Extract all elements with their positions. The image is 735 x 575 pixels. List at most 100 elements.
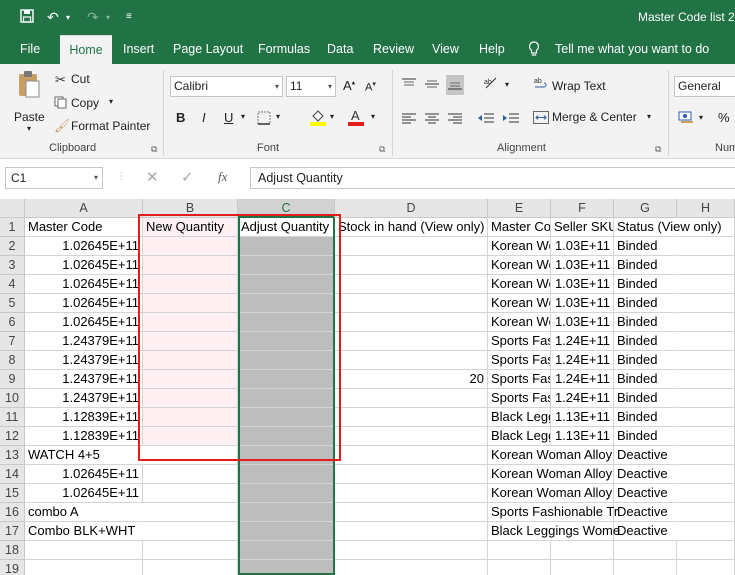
cell-c16[interactable] [238, 503, 335, 522]
cell-h15[interactable] [677, 484, 735, 503]
save-icon[interactable] [20, 9, 34, 26]
cell-g12[interactable]: Binded [614, 427, 677, 446]
row-header[interactable]: 11 [0, 408, 25, 427]
cell-a1[interactable]: Master Code [25, 218, 143, 237]
cell-g17[interactable]: Deactive [614, 522, 677, 541]
cell-g18[interactable] [614, 541, 677, 560]
row-header[interactable]: 1 [0, 218, 25, 237]
font-color-icon[interactable]: A [348, 108, 364, 128]
tell-me-search[interactable]: Tell me what you want to do [555, 35, 709, 64]
tab-data[interactable]: Data [327, 35, 353, 64]
cell-e14[interactable]: Korean Woman Alloy [488, 465, 612, 484]
cell-e15[interactable]: Korean Woman Alloy [488, 484, 612, 503]
align-middle-icon[interactable] [425, 78, 439, 92]
cell-b8[interactable] [143, 351, 238, 370]
cell-b17[interactable] [143, 522, 238, 541]
cell-a10[interactable]: 1.24379E+11 [25, 389, 143, 408]
cell-f6[interactable]: 1.03E+11 [551, 313, 614, 332]
column-header-b[interactable]: B [143, 199, 238, 218]
cell-d7[interactable] [335, 332, 488, 351]
cell-c3[interactable] [238, 256, 335, 275]
cell-e5[interactable]: Korean Wo [488, 294, 551, 313]
cell-e17[interactable]: Black Leggings Wome [488, 522, 620, 541]
cell-d16[interactable] [335, 503, 488, 522]
cell-d9[interactable]: 20 [335, 370, 488, 389]
cell-a14[interactable]: 1.02645E+11 [25, 465, 143, 484]
cell-a19[interactable] [25, 560, 143, 575]
cell-d3[interactable] [335, 256, 488, 275]
chevron-down-icon[interactable]: ▾ [647, 112, 651, 121]
cell-a4[interactable]: 1.02645E+11 [25, 275, 143, 294]
cell-a16[interactable]: combo A [25, 503, 143, 522]
number-format-combo[interactable]: General [674, 76, 735, 97]
row-header[interactable]: 4 [0, 275, 25, 294]
cell-h17[interactable] [677, 522, 735, 541]
align-right-icon[interactable] [448, 112, 462, 126]
cell-b10[interactable] [143, 389, 238, 408]
column-header-h[interactable]: H [677, 199, 735, 218]
align-bottom-icon[interactable] [446, 75, 464, 95]
cell-b19[interactable] [143, 560, 238, 575]
cell-g13[interactable]: Deactive [614, 446, 677, 465]
cell-d13[interactable] [335, 446, 488, 465]
dialog-launcher-icon[interactable]: ⧉ [151, 144, 157, 155]
tab-view[interactable]: View [432, 35, 459, 64]
cell-e16[interactable]: Sports Fashionable Tr [488, 503, 618, 522]
cell-f19[interactable] [551, 560, 614, 575]
cell-e1[interactable]: Master Co [488, 218, 551, 237]
cell-g8[interactable]: Binded [614, 351, 677, 370]
tab-review[interactable]: Review [373, 35, 414, 64]
cancel-icon[interactable]: ✕ [146, 168, 159, 186]
cell-g3[interactable]: Binded [614, 256, 677, 275]
align-left-icon[interactable] [402, 112, 416, 126]
name-box[interactable]: C1 ▾ [5, 167, 103, 189]
row-header[interactable]: 9 [0, 370, 25, 389]
cell-d6[interactable] [335, 313, 488, 332]
row-header[interactable]: 17 [0, 522, 25, 541]
borders-icon[interactable] [257, 111, 271, 127]
percent-style-button[interactable]: % [718, 110, 730, 125]
cell-g5[interactable]: Binded [614, 294, 677, 313]
undo-icon[interactable]: ↶ [47, 9, 59, 26]
cell-e19[interactable] [488, 560, 551, 575]
cell-c4[interactable] [238, 275, 335, 294]
row-header[interactable]: 6 [0, 313, 25, 332]
cell-c10[interactable] [238, 389, 335, 408]
cell-g11[interactable]: Binded [614, 408, 677, 427]
cell-h2[interactable] [677, 237, 735, 256]
cell-h14[interactable] [677, 465, 735, 484]
tab-insert[interactable]: Insert [123, 35, 154, 64]
cell-b15[interactable] [143, 484, 238, 503]
cell-e8[interactable]: Sports Fasl [488, 351, 551, 370]
row-header[interactable]: 18 [0, 541, 25, 560]
redo-icon[interactable]: ↷ [87, 9, 99, 26]
cell-f4[interactable]: 1.03E+11 [551, 275, 614, 294]
enter-check-icon[interactable]: ✓ [181, 168, 194, 186]
cell-c13[interactable] [238, 446, 335, 465]
cell-d17[interactable] [335, 522, 488, 541]
cell-b16[interactable] [143, 503, 238, 522]
cell-e2[interactable]: Korean Wo [488, 237, 551, 256]
cell-a17[interactable]: Combo BLK+WHT [25, 522, 143, 541]
insert-function-icon[interactable]: fx [218, 169, 227, 185]
cell-b5[interactable] [143, 294, 238, 313]
row-header[interactable]: 8 [0, 351, 25, 370]
cell-g10[interactable]: Binded [614, 389, 677, 408]
cell-c2[interactable] [238, 237, 335, 256]
cell-d18[interactable] [335, 541, 488, 560]
align-center-icon[interactable] [425, 112, 439, 126]
cell-d12[interactable] [335, 427, 488, 446]
dialog-launcher-icon[interactable]: ⧉ [379, 144, 385, 155]
increase-indent-icon[interactable] [503, 112, 519, 126]
cell-c1[interactable]: Adjust Quantity [238, 218, 335, 237]
cell-g6[interactable]: Binded [614, 313, 677, 332]
cell-g9[interactable]: Binded [614, 370, 677, 389]
cell-c6[interactable] [238, 313, 335, 332]
cell-h6[interactable] [677, 313, 735, 332]
cell-b7[interactable] [143, 332, 238, 351]
cell-d5[interactable] [335, 294, 488, 313]
cell-h4[interactable] [677, 275, 735, 294]
decrease-font-size-icon[interactable]: A▾ [365, 80, 376, 94]
cell-a2[interactable]: 1.02645E+11 [25, 237, 143, 256]
cell-e4[interactable]: Korean Wo [488, 275, 551, 294]
